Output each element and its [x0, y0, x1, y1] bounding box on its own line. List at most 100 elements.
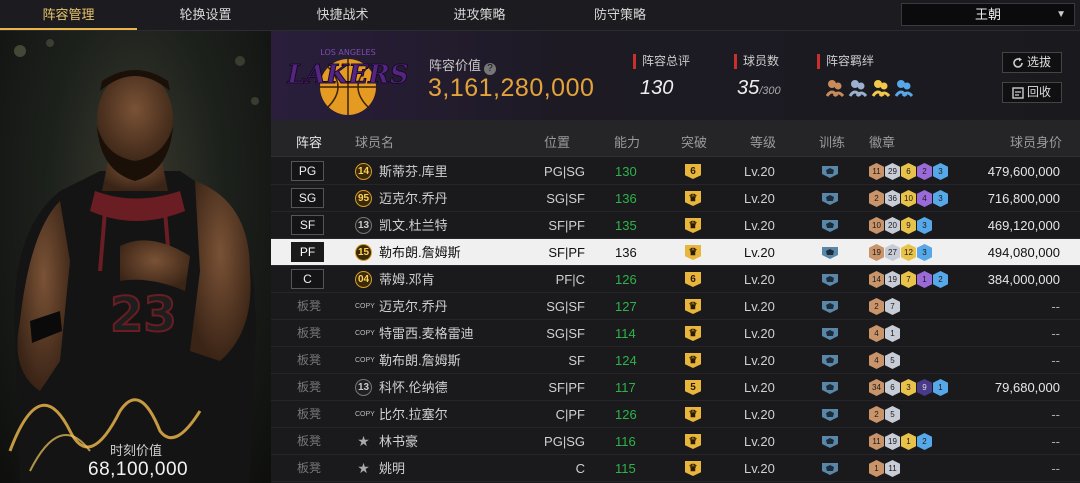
top-nav: 阵容管理 轮换设置 快捷战术 进攻策略 防守策略 王朝 ▼: [0, 0, 1080, 31]
training-icon[interactable]: [821, 462, 839, 476]
badge-bronze: 11: [869, 433, 884, 450]
training-icon[interactable]: [821, 381, 839, 395]
table-row[interactable]: 板凳 ★ 姚明 C 115 ♛ Lv.20 1 11 --: [271, 455, 1080, 482]
training-icon[interactable]: [821, 192, 839, 206]
badge-purple: 1: [917, 271, 932, 288]
training-icon[interactable]: [821, 327, 839, 341]
badge-gold: 7: [901, 271, 916, 288]
player-worth: 79,680,000: [994, 380, 1060, 395]
badge-blue: 3: [917, 244, 932, 261]
chevron-down-icon: ▼: [1056, 9, 1066, 20]
table-row[interactable]: PG 14 斯蒂芬.库里 PG|SG 130 6 Lv.20 11 29 6 2 3 479,600,0…: [271, 158, 1080, 185]
training-icon[interactable]: [821, 435, 839, 449]
badge-silver: 27: [885, 244, 900, 261]
tab-lineup[interactable]: 阵容管理: [0, 0, 137, 30]
market-value-label: 时刻价值: [110, 443, 163, 458]
table-row[interactable]: 板凳 COPY 特雷西.麦格雷迪 SG|SF 114 ♛ Lv.20 4 1 --: [271, 320, 1080, 347]
player-worth: 384,000,000: [987, 272, 1060, 287]
training-icon[interactable]: [821, 273, 839, 287]
badge-silver: 19: [885, 433, 900, 450]
logo-text: LAKERS: [286, 60, 408, 90]
tab-offense[interactable]: 进攻策略: [411, 0, 548, 30]
badge-silver: 29: [885, 163, 900, 180]
col-badges: 徽章: [869, 135, 896, 150]
badge-bronze: 14: [869, 271, 884, 288]
bond-icons[interactable]: [826, 78, 916, 98]
table-row[interactable]: 板凳 13 科怀.伦纳德 SF|PF 117 5 Lv.20 34 6 3 9 1 79,680,000: [271, 374, 1080, 401]
training-icon[interactable]: [821, 246, 839, 260]
player-worth: --: [1051, 407, 1060, 422]
player-worth: --: [1051, 353, 1060, 368]
player-ability: 136: [615, 191, 637, 206]
table-row[interactable]: 板凳 COPY 勒布朗.詹姆斯 SF 124 ♛ Lv.20 4 5 --: [271, 347, 1080, 374]
player-ability: 136: [615, 245, 637, 260]
lineup-summary: LOS ANGELES LAKERS 阵容价值? 3,161,280,000 阵…: [271, 31, 1080, 120]
player-level: Lv.20: [744, 326, 775, 341]
tab-defense[interactable]: 防守策略: [548, 0, 692, 30]
svg-text:23: 23: [110, 287, 177, 343]
player-level: Lv.20: [744, 245, 775, 260]
tab-quick-tactics[interactable]: 快捷战术: [274, 0, 411, 30]
badge-bronze: 19: [869, 244, 884, 261]
player-level: Lv.20: [744, 164, 775, 179]
badge-gold: 9: [901, 217, 916, 234]
badge-blue: 2: [933, 271, 948, 288]
bond-label: 阵容羁绊: [817, 54, 874, 69]
badge-bronze: 11: [869, 163, 884, 180]
player-ability: 130: [615, 164, 637, 179]
table-row[interactable]: SF 13 凯文.杜兰特 SF|PF 135 ♛ Lv.20 10 20 9 3 469,120,00…: [271, 212, 1080, 239]
table-row[interactable]: 板凳 COPY 迈克尔.乔丹 SG|SF 127 ♛ Lv.20 2 7 --: [271, 293, 1080, 320]
player-level: Lv.20: [744, 461, 775, 476]
badge-blue: 3: [933, 163, 948, 180]
player-count: 35/300: [737, 77, 781, 99]
player-level: Lv.20: [744, 299, 775, 314]
team-dropdown[interactable]: 王朝 ▼: [901, 3, 1075, 26]
player-ability: 115: [615, 461, 636, 476]
col-breakthrough: 突破: [681, 135, 708, 150]
table-header: 阵容 球员名 位置 能力 突破 等级 训练 徽章 球员身价: [271, 120, 1080, 157]
tab-rotation[interactable]: 轮换设置: [137, 0, 274, 30]
select-button[interactable]: 选拔: [1002, 52, 1062, 73]
badge-bronze: 4: [869, 325, 884, 342]
logo-small-text: LOS ANGELES: [320, 48, 375, 57]
player-worth: --: [1051, 326, 1060, 341]
recycle-button[interactable]: 回收: [1002, 82, 1062, 103]
player-ability: 135: [615, 218, 637, 233]
bond-icon-bronze: [826, 80, 845, 98]
badge-silver: 5: [885, 406, 900, 423]
table-row[interactable]: 板凳 ★ 林书豪 PG|SG 116 ♛ Lv.20 11 19 1 2 --: [271, 428, 1080, 455]
badge-bronze: 1: [869, 460, 884, 477]
player-ability: 124: [615, 353, 637, 368]
badge-dpurple: 9: [917, 379, 932, 396]
badge-gold: 3: [901, 379, 916, 396]
col-position: 位置: [544, 135, 571, 150]
training-icon[interactable]: [821, 354, 839, 368]
badge-blue: 1: [933, 379, 948, 396]
badge-bronze: 4: [869, 352, 884, 369]
player-worth: --: [1051, 461, 1060, 476]
badge-bronze: 34: [869, 379, 884, 396]
badge-silver: 36: [885, 190, 900, 207]
badge-silver: 11: [885, 460, 900, 477]
col-name: 球员名: [355, 135, 395, 150]
training-icon[interactable]: [821, 408, 839, 422]
player-card-panel: 23 时刻价值 68,100,000: [0, 31, 271, 483]
table-row[interactable]: SG 95 迈克尔.乔丹 SG|SF 136 ♛ Lv.20 2 36 10 4 3 716,800,0…: [271, 185, 1080, 212]
bond-icon-blue: [894, 80, 914, 98]
player-worth: --: [1051, 299, 1060, 314]
table-row[interactable]: PF 15 勒布朗.詹姆斯 SF|PF 136 ♛ Lv.20 19 27 12 3 494,080,…: [271, 239, 1080, 266]
training-icon[interactable]: [821, 300, 839, 314]
roster-table: 阵容 球员名 位置 能力 突破 等级 训练 徽章 球员身价 PG 14 斯蒂芬.库里…: [271, 120, 1080, 483]
table-row[interactable]: C 04 蒂姆.邓肯 PF|C 126 6 Lv.20 14 19 7 1 2 384,000,000: [271, 266, 1080, 293]
table-row[interactable]: 板凳 COPY 比尔.拉塞尔 C|PF 126 ♛ Lv.20 2 5 --: [271, 401, 1080, 428]
player-level: Lv.20: [744, 218, 775, 233]
training-icon[interactable]: [821, 219, 839, 233]
badge-purple: 2: [917, 163, 932, 180]
badge-purple: 4: [917, 190, 932, 207]
player-level: Lv.20: [744, 380, 775, 395]
badge-gold: 6: [901, 163, 916, 180]
bond-icon-silver: [848, 80, 868, 98]
col-level: 等级: [750, 135, 777, 150]
player-ability: 127: [615, 299, 637, 314]
training-icon[interactable]: [821, 165, 839, 179]
